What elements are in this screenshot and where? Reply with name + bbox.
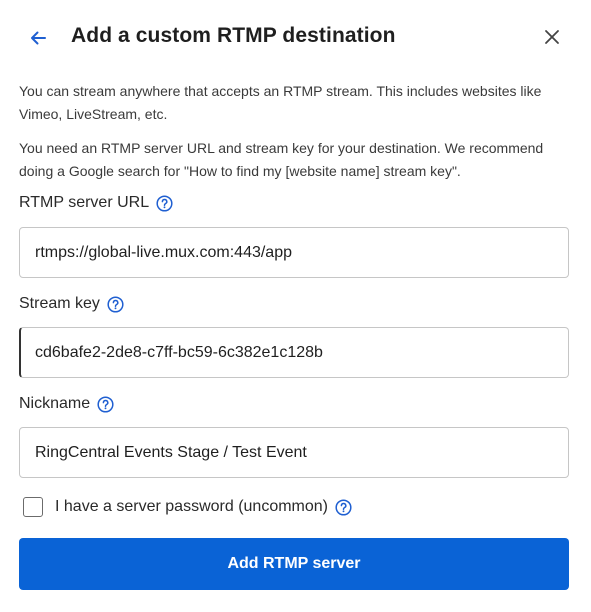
help-icon[interactable] [97,395,114,413]
stream-key-input[interactable]: cd6bafe2-2de8-c7ff-bc59-6c382e1c128b [19,327,569,378]
nickname-label: Nickname [19,395,91,412]
add-rtmp-dialog: Add a custom RTMP destination You can st… [0,0,591,612]
arrow-left-icon [31,31,46,45]
nickname-value: RingCentral Events Stage / Test Event [35,443,307,461]
nickname-input[interactable]: RingCentral Events Stage / Test Event [19,427,569,478]
back-button[interactable] [24,24,52,52]
intro-paragraph-2: You need an RTMP server URL and stream k… [19,140,544,179]
add-rtmp-server-button[interactable]: Add RTMP server [19,538,569,590]
server-url-value: rtmps://global-live.mux.com:443/app [35,243,292,261]
server-url-label-row: RTMP server URL [19,194,173,212]
dialog-header: Add a custom RTMP destination [0,0,591,72]
stream-key-label-row: Stream key [19,295,124,313]
close-icon [545,30,559,44]
stream-key-label: Stream key [19,295,100,312]
server-url-label: RTMP server URL [19,194,150,211]
nickname-label-row: Nickname [19,395,114,413]
help-icon[interactable] [335,498,352,516]
intro-text: You can stream anywhere that accepts an … [19,80,569,194]
server-url-input[interactable]: rtmps://global-live.mux.com:443/app [19,227,569,278]
stream-key-value: cd6bafe2-2de8-c7ff-bc59-6c382e1c128b [35,343,323,361]
server-password-row: I have a server password (uncommon) [23,497,352,517]
dialog-title: Add a custom RTMP destination [71,24,396,47]
help-icon[interactable] [107,295,124,313]
server-password-label[interactable]: I have a server password (uncommon) [55,498,328,516]
server-password-checkbox[interactable] [23,497,43,517]
close-button[interactable] [538,23,566,51]
intro-paragraph-1: You can stream anywhere that accepts an … [19,83,542,122]
help-icon[interactable] [156,194,173,212]
